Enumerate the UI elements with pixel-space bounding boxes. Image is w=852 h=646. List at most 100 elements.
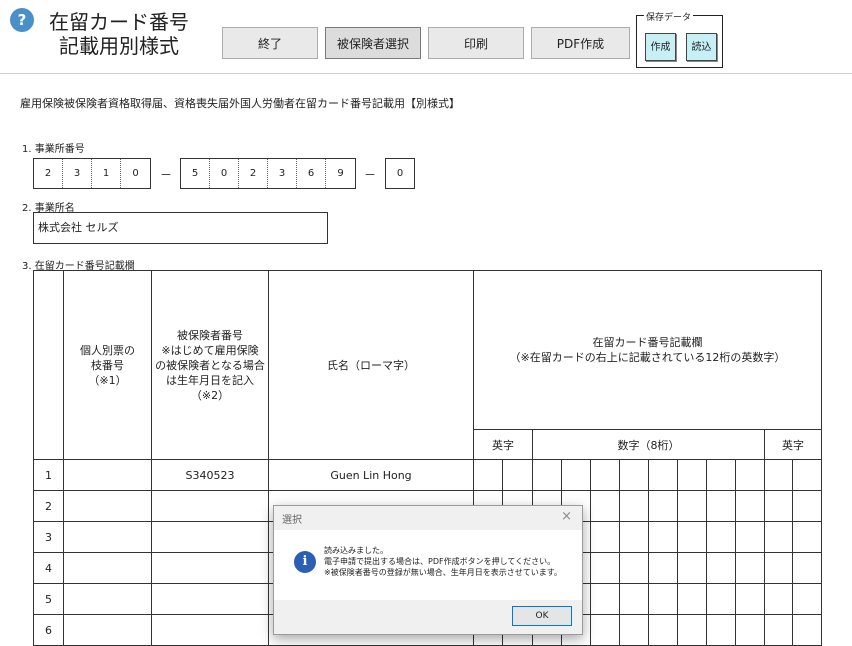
card-char-cell[interactable]	[677, 583, 707, 615]
card-char-cell[interactable]	[619, 614, 649, 646]
card-char-cell[interactable]	[764, 614, 793, 646]
card-char-cell[interactable]	[590, 521, 620, 553]
row-number: 5	[33, 583, 64, 615]
info-dialog: 選択 × i 読み込みました。 電子申請で提出する場合は、PDF作成ボタンを押し…	[273, 505, 583, 635]
card-char-cell[interactable]	[706, 614, 736, 646]
card-char-cell[interactable]	[735, 583, 765, 615]
office-name-field[interactable]: 株式会社 セルズ	[33, 212, 328, 244]
card-char-cell[interactable]	[706, 521, 736, 553]
card-char-cell[interactable]	[735, 490, 765, 522]
dialog-body: i 読み込みました。 電子申請で提出する場合は、PDF作成ボタンを押してください…	[274, 530, 582, 600]
ledger-cell[interactable]	[63, 459, 152, 491]
card-char-cell[interactable]	[648, 552, 678, 584]
save-load-button[interactable]: 読込	[686, 33, 717, 61]
card-char-cell[interactable]	[764, 552, 793, 584]
card-char-cell[interactable]	[677, 521, 707, 553]
col-name-header: 氏名（ローマ字）	[268, 270, 474, 460]
save-create-button[interactable]: 作成	[645, 33, 676, 61]
card-char-cell[interactable]	[648, 614, 678, 646]
name-cell[interactable]: Guen Lin Hong	[268, 459, 474, 491]
office-number-label: 1. 事業所番号	[22, 144, 85, 155]
card-char-cell[interactable]	[735, 552, 765, 584]
office-number-digit[interactable]: 0	[386, 159, 414, 188]
card-char-cell[interactable]	[677, 490, 707, 522]
insured-number-cell[interactable]: S340523	[151, 459, 269, 491]
office-number-digit[interactable]: 1	[92, 159, 121, 188]
card-char-cell[interactable]	[764, 459, 793, 491]
card-char-cell[interactable]	[792, 490, 822, 522]
card-char-cell[interactable]	[532, 459, 562, 491]
card-char-cell[interactable]	[590, 614, 620, 646]
card-char-cell[interactable]	[735, 614, 765, 646]
insured-number-cell[interactable]	[151, 614, 269, 646]
row-number: 4	[33, 552, 64, 584]
card-char-cell[interactable]	[677, 552, 707, 584]
card-char-cell[interactable]	[735, 521, 765, 553]
office-number-digit[interactable]: 0	[121, 159, 150, 188]
card-char-cell[interactable]	[648, 583, 678, 615]
ledger-cell[interactable]	[63, 490, 152, 522]
insured-number-cell[interactable]	[151, 521, 269, 553]
print-button[interactable]: 印刷	[428, 27, 524, 59]
card-char-cell[interactable]	[764, 490, 793, 522]
ledger-cell[interactable]	[63, 521, 152, 553]
office-number-digit[interactable]: 2	[239, 159, 268, 188]
office-number-digit[interactable]: 3	[63, 159, 92, 188]
card-char-cell[interactable]	[792, 521, 822, 553]
card-char-cell[interactable]	[677, 614, 707, 646]
card-char-cell[interactable]	[619, 521, 649, 553]
office-number-digit[interactable]: 6	[297, 159, 326, 188]
card-char-cell[interactable]	[764, 583, 793, 615]
select-insured-button[interactable]: 被保険者選択	[325, 27, 421, 59]
ledger-cell[interactable]	[63, 614, 152, 646]
header-divider	[0, 73, 852, 74]
insured-number-cell[interactable]	[151, 583, 269, 615]
ok-button[interactable]: OK	[512, 606, 572, 626]
card-char-cell[interactable]	[706, 552, 736, 584]
card-char-cell[interactable]	[619, 459, 649, 491]
card-char-cell[interactable]	[735, 459, 765, 491]
card-char-cell[interactable]	[502, 459, 533, 491]
card-char-cell[interactable]	[677, 459, 707, 491]
card-char-cell[interactable]	[706, 490, 736, 522]
card-char-cell[interactable]	[792, 459, 822, 491]
office-number-digit[interactable]: 2	[34, 159, 63, 188]
insured-number-cell[interactable]	[151, 552, 269, 584]
office-number-digit[interactable]: 5	[181, 159, 210, 188]
card-char-cell[interactable]	[590, 459, 620, 491]
card-char-cell[interactable]	[561, 459, 591, 491]
exit-button[interactable]: 終了	[222, 27, 318, 59]
card-char-cell[interactable]	[706, 459, 736, 491]
pdf-create-button[interactable]: PDF作成	[531, 27, 630, 59]
ledger-cell[interactable]	[63, 583, 152, 615]
office-number-digit[interactable]: 3	[268, 159, 297, 188]
card-char-cell[interactable]	[764, 521, 793, 553]
office-number-digit[interactable]: 9	[326, 159, 355, 188]
close-icon[interactable]: ×	[561, 509, 572, 524]
insured-number-cell[interactable]	[151, 490, 269, 522]
card-char-cell[interactable]	[792, 583, 822, 615]
office-number-digit[interactable]: 0	[210, 159, 239, 188]
card-char-cell[interactable]	[648, 459, 678, 491]
row-number: 2	[33, 490, 64, 522]
help-icon[interactable]: ?	[10, 8, 34, 32]
card-char-cell[interactable]	[619, 583, 649, 615]
col-insured-header: 被保険者番号 ※はじめて雇用保険 の被保険者となる場合 は生年月日を記入 （※2…	[151, 270, 269, 460]
alpha2-header: 英字	[764, 429, 822, 460]
card-char-cell[interactable]	[473, 459, 503, 491]
card-char-cell[interactable]	[792, 614, 822, 646]
save-data-label: 保存データ	[644, 10, 694, 23]
card-char-cell[interactable]	[590, 583, 620, 615]
ledger-cell[interactable]	[63, 552, 152, 584]
card-char-cell[interactable]	[648, 490, 678, 522]
office-number-part3[interactable]: 0	[385, 158, 415, 189]
card-char-cell[interactable]	[792, 552, 822, 584]
office-number-part1[interactable]: 2310	[33, 158, 151, 189]
card-char-cell[interactable]	[706, 583, 736, 615]
office-number-part2[interactable]: 502369	[180, 158, 356, 189]
card-char-cell[interactable]	[648, 521, 678, 553]
card-char-cell[interactable]	[619, 552, 649, 584]
card-char-cell[interactable]	[619, 490, 649, 522]
card-char-cell[interactable]	[590, 552, 620, 584]
card-char-cell[interactable]	[590, 490, 620, 522]
